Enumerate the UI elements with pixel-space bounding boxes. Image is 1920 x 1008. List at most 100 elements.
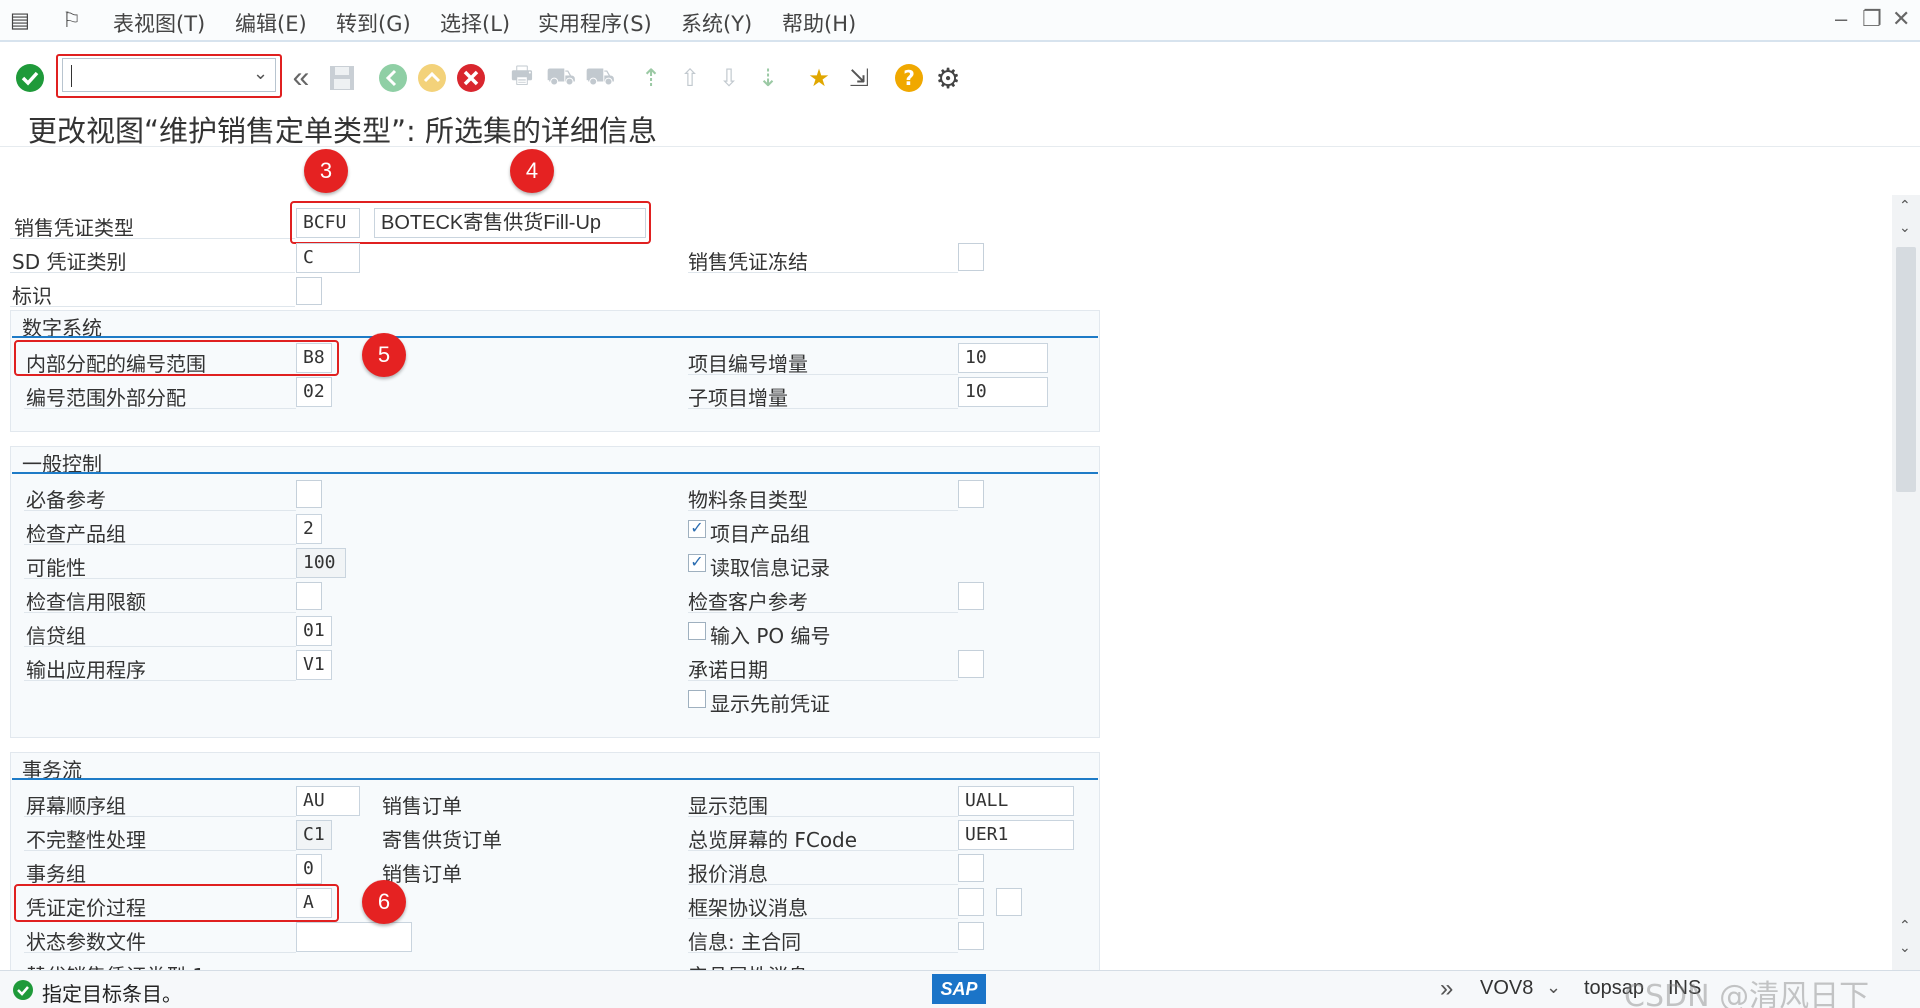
scroll-thumb[interactable] xyxy=(1896,247,1916,492)
annotation-marker-4: 4 xyxy=(510,149,554,193)
screen-seq-desc: 销售订单 xyxy=(382,794,462,818)
menu-select[interactable]: 选择(L) xyxy=(440,8,510,38)
transaction-code[interactable]: VOV8 xyxy=(1480,977,1533,1000)
divider xyxy=(24,408,296,409)
cancel-icon[interactable] xyxy=(455,62,487,94)
display-range-field[interactable]: UALL xyxy=(958,786,1074,816)
output-app-field[interactable]: V1 xyxy=(296,650,332,680)
minimize-icon[interactable]: – xyxy=(1835,6,1847,32)
help-icon[interactable]: ? xyxy=(893,62,925,94)
cut-row: 替代销售凭证类型 1 产品属性消息 xyxy=(0,956,1100,970)
last-page-icon[interactable]: ⇣ xyxy=(752,62,784,94)
divider xyxy=(688,272,958,273)
external-range-label: 编号范围外部分配 xyxy=(26,386,186,410)
divider xyxy=(24,952,296,953)
annotation-rect-internal-range xyxy=(14,340,339,376)
save-icon[interactable] xyxy=(326,62,358,94)
command-field[interactable]: ⌄ xyxy=(62,58,276,92)
svg-text:?: ? xyxy=(903,66,915,90)
divider xyxy=(688,884,958,885)
menu-utilities[interactable]: 实用程序(S) xyxy=(538,8,652,38)
status-message: 指定目标条目。 xyxy=(42,982,182,1006)
item-division-checkbox[interactable]: ✓ xyxy=(688,520,706,538)
sap-menu-icon[interactable]: ▤ xyxy=(10,8,30,32)
display-range-label: 显示范围 xyxy=(688,794,768,818)
read-info-checkbox[interactable]: ✓ xyxy=(688,554,706,572)
scroll-down-icon[interactable]: ⌄ xyxy=(1899,939,1911,956)
trans-group-field[interactable]: 0 xyxy=(296,854,322,884)
check-cust-ref-checkbox[interactable] xyxy=(958,582,984,610)
display-prev-label: 显示先前凭证 xyxy=(710,692,830,716)
menu-system[interactable]: 系统(Y) xyxy=(681,8,752,38)
back-icon[interactable] xyxy=(377,62,409,94)
settings-icon[interactable]: ⚙ xyxy=(932,62,964,94)
block-checkbox[interactable] xyxy=(958,243,984,271)
menu-goto[interactable]: 转到(G) xyxy=(336,8,411,38)
master-contract-checkbox[interactable] xyxy=(958,922,984,950)
flag-icon[interactable]: ⚐ xyxy=(62,8,81,32)
outline-msg-checkbox-2[interactable] xyxy=(996,888,1022,916)
item-incr-field[interactable]: 10 xyxy=(958,343,1048,373)
close-window-icon[interactable]: ✕ xyxy=(1892,6,1910,32)
divider xyxy=(10,238,295,239)
credit-group-field[interactable]: 01 xyxy=(296,616,332,646)
scroll-down-page-icon[interactable]: ⌄ xyxy=(1899,219,1911,236)
exit-icon[interactable] xyxy=(416,62,448,94)
outline-msg-checkbox[interactable] xyxy=(958,888,984,916)
fcode-field[interactable]: UER1 xyxy=(958,820,1074,850)
divider xyxy=(24,510,296,511)
subitem-incr-field[interactable]: 10 xyxy=(958,377,1048,407)
back-double-icon[interactable]: « xyxy=(285,61,317,94)
divider xyxy=(24,816,296,817)
find-next-icon[interactable]: ⛟ xyxy=(584,62,616,94)
menu-edit[interactable]: 编辑(E) xyxy=(235,8,307,38)
check-credit-label: 检查信用限额 xyxy=(26,590,146,614)
divider xyxy=(12,472,1098,474)
check-icon[interactable] xyxy=(14,62,46,94)
scroll-up-page-icon[interactable]: ⌃ xyxy=(1899,917,1911,934)
divider xyxy=(12,336,1098,338)
next-page-icon[interactable]: ⇩ xyxy=(713,62,745,94)
print-icon[interactable]: 🖶 xyxy=(506,62,538,94)
divider xyxy=(24,850,296,851)
status-bar: 指定目标条目。 SAP » VOV8 ⌄ topsap INS CSDN @清风… xyxy=(0,970,1920,1008)
doc-type-label: 销售凭证类型 xyxy=(14,216,134,240)
menu-bar: ▤ ⚐ 表视图(T) 编辑(E) 转到(G) 选择(L) 实用程序(S) 系统(… xyxy=(0,0,1920,42)
indicator-checkbox[interactable] xyxy=(296,277,322,305)
expand-icon[interactable]: » xyxy=(1440,975,1453,1003)
read-info-label: 读取信息记录 xyxy=(710,556,830,580)
item-incr-label: 项目编号增量 xyxy=(688,352,808,376)
restore-icon[interactable]: ❐ xyxy=(1862,6,1882,32)
divider xyxy=(24,646,296,647)
menu-help[interactable]: 帮助(H) xyxy=(782,8,856,38)
mat-item-cat-checkbox[interactable] xyxy=(958,480,984,508)
find-icon[interactable]: ⛟ xyxy=(545,62,577,94)
success-icon xyxy=(12,979,34,1006)
new-session-icon[interactable]: ★ xyxy=(803,62,835,94)
fcode-label: 总览屏幕的 FCode xyxy=(688,828,858,852)
status-profile-field[interactable] xyxy=(296,922,412,952)
divider xyxy=(688,374,958,375)
first-page-icon[interactable]: ⇡ xyxy=(635,62,667,94)
chevron-down-icon[interactable]: ⌄ xyxy=(1546,977,1561,998)
prev-page-icon[interactable]: ⇧ xyxy=(674,62,706,94)
check-division-field[interactable]: 2 xyxy=(296,514,322,544)
enter-po-checkbox[interactable] xyxy=(688,622,706,640)
vertical-scrollbar[interactable]: ⌃ ⌄ ⌃ ⌄ xyxy=(1892,195,1920,970)
master-contract-label: 信息: 主合同 xyxy=(688,930,802,954)
check-credit-checkbox[interactable] xyxy=(296,582,322,610)
scroll-up-icon[interactable]: ⌃ xyxy=(1899,197,1911,214)
annotation-marker-3: 3 xyxy=(304,149,348,193)
display-prev-checkbox[interactable] xyxy=(688,690,706,708)
divider xyxy=(688,408,958,409)
screen-seq-field[interactable]: AU xyxy=(296,786,360,816)
chevron-down-icon[interactable]: ⌄ xyxy=(253,63,268,84)
commit-date-checkbox[interactable] xyxy=(958,650,984,678)
sd-category-field[interactable]: C xyxy=(296,243,360,273)
transaction-flow-group xyxy=(10,752,1100,972)
ref-mandatory-checkbox[interactable] xyxy=(296,480,322,508)
quote-msg-checkbox[interactable] xyxy=(958,854,984,882)
external-range-field[interactable]: 02 xyxy=(296,377,332,407)
shortcut-icon[interactable]: ⇲ xyxy=(843,62,875,94)
menu-table-view[interactable]: 表视图(T) xyxy=(113,8,205,38)
